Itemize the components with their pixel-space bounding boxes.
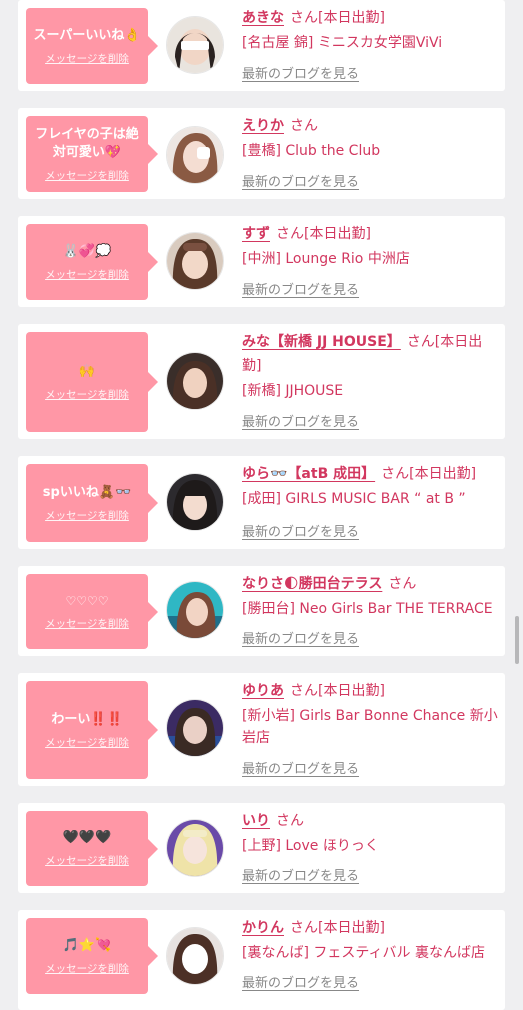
latest-blog-link[interactable]: 最新のブログを見る <box>242 758 359 777</box>
message-text: スーパーいいね👌 <box>33 27 141 43</box>
message-bubble: 🐰💞💭 メッセージを削除 <box>26 224 158 300</box>
message-text: わーい‼️‼️ <box>51 711 123 727</box>
cast-info: かりん さん[本日出勤] [裏なんば] フェスティバル 裏なんば店 <box>242 916 499 964</box>
shop-name: [中洲] Lounge Rio 中洲店 <box>242 251 410 267</box>
avatar[interactable] <box>167 127 223 183</box>
message-text: 🐰💞💭 <box>62 243 112 259</box>
cast-suffix: さん <box>290 118 318 134</box>
list-item: 🙌 メッセージを削除 みな【新橋 JJ HOUSE】 さん[本日出勤] [新橋] … <box>18 324 505 439</box>
delete-message-link[interactable]: メッセージを削除 <box>45 267 129 282</box>
cast-info: みな【新橋 JJ HOUSE】 さん[本日出勤] [新橋] JJHOUSE <box>242 330 499 402</box>
message-text: 🙌 <box>78 363 96 379</box>
message-bubble: 🙌 メッセージを削除 <box>26 332 158 432</box>
message-bubble: spいいね🧸👓 メッセージを削除 <box>26 464 158 542</box>
shop-name: [新橋] JJHOUSE <box>242 383 344 399</box>
list-item: わーい‼️‼️ メッセージを削除 ゆりあ さん[本日出勤] [新小岩] Girls… <box>18 673 505 786</box>
cast-name-link[interactable]: あきな <box>242 10 284 26</box>
delete-message-link[interactable]: メッセージを削除 <box>45 853 129 868</box>
list-item: フレイヤの子は絶対可愛い💖 メッセージを削除 えりか さん [豊橋] Club t… <box>18 108 505 199</box>
cast-suffix: さん[本日出勤] <box>290 683 385 699</box>
delete-message-link[interactable]: メッセージを削除 <box>45 168 129 183</box>
message-bubble: わーい‼️‼️ メッセージを削除 <box>26 681 158 779</box>
message-bubble: フレイヤの子は絶対可愛い💖 メッセージを削除 <box>26 116 158 192</box>
message-bubble: 🎵⭐💘 メッセージを削除 <box>26 918 158 994</box>
message-text: ♡♡♡♡ <box>65 594 109 608</box>
avatar[interactable] <box>167 700 223 756</box>
cast-suffix: さん[本日出勤] <box>276 226 371 242</box>
message-text: 🎵⭐💘 <box>62 937 112 953</box>
list-item: 🖤🖤🖤 メッセージを削除 いり さん [上野] Love ほりっく 最新のブログを… <box>18 803 505 893</box>
cast-info: ゆら👓【atB 成田】 さん[本日出勤] [成田] GIRLS MUSIC BAR… <box>242 462 499 510</box>
message-text: 🖤🖤🖤 <box>62 830 112 845</box>
delete-message-link[interactable]: メッセージを削除 <box>45 961 129 976</box>
shop-name: [上野] Love ほりっく <box>242 838 379 854</box>
avatar[interactable] <box>167 353 223 409</box>
latest-blog-link[interactable]: 最新のブログを見る <box>242 63 359 82</box>
shop-name: [名古屋 錦] ミニスカ女学園ViVi <box>242 35 443 51</box>
latest-blog-link[interactable]: 最新のブログを見る <box>242 521 359 540</box>
avatar[interactable] <box>167 474 223 530</box>
latest-blog-link[interactable]: 最新のブログを見る <box>242 628 359 647</box>
cast-name-link[interactable]: かりん <box>242 920 284 936</box>
cast-name-link[interactable]: ゆら👓【atB 成田】 <box>242 466 375 482</box>
cast-info: すず さん[本日出勤] [中洲] Lounge Rio 中洲店 <box>242 222 499 270</box>
cast-suffix: さん[本日出勤] <box>290 920 385 936</box>
latest-blog-link[interactable]: 最新のブログを見る <box>242 972 359 991</box>
cast-info: えりか さん [豊橋] Club the Club <box>242 114 499 162</box>
message-text: spいいね🧸👓 <box>42 484 132 500</box>
list-item: ♡♡♡♡ メッセージを削除 なりさ🌓勝田台テラス さん [勝田台] Neo Gir… <box>18 566 505 656</box>
list-item: 🐰💞💭 メッセージを削除 すず さん[本日出勤] [中洲] Lounge Rio … <box>18 216 505 307</box>
cast-info: なりさ🌓勝田台テラス さん [勝田台] Neo Girls Bar THE TER… <box>242 572 499 620</box>
list-item: spいいね🧸👓 メッセージを削除 ゆら👓【atB 成田】 さん[本日出勤] [成田… <box>18 456 505 549</box>
cast-info: いり さん [上野] Love ほりっく <box>242 809 499 857</box>
latest-blog-link[interactable]: 最新のブログを見る <box>242 865 359 884</box>
shop-name: [勝田台] Neo Girls Bar THE TERRACE <box>242 601 493 617</box>
cast-name-link[interactable]: みな【新橋 JJ HOUSE】 <box>242 334 401 350</box>
message-bubble: ♡♡♡♡ メッセージを削除 <box>26 574 158 649</box>
latest-blog-link[interactable]: 最新のブログを見る <box>242 411 359 430</box>
delete-message-link[interactable]: メッセージを削除 <box>45 387 129 402</box>
cast-suffix: さん[本日出勤] <box>290 10 385 26</box>
avatar[interactable] <box>167 582 223 638</box>
cast-name-link[interactable]: すず <box>242 226 270 242</box>
delete-message-link[interactable]: メッセージを削除 <box>45 735 129 750</box>
cast-info: あきな さん[本日出勤] [名古屋 錦] ミニスカ女学園ViVi <box>242 6 499 54</box>
cast-suffix: さん <box>388 576 417 592</box>
cast-info: ゆりあ さん[本日出勤] [新小岩] Girls Bar Bonne Chance… <box>242 679 499 749</box>
cast-suffix: さん <box>276 813 304 829</box>
delete-message-link[interactable]: メッセージを削除 <box>45 616 129 631</box>
delete-message-link[interactable]: メッセージを削除 <box>45 51 129 66</box>
cast-suffix: さん[本日出勤] <box>381 466 477 482</box>
avatar[interactable] <box>167 17 223 73</box>
shop-name: [成田] GIRLS MUSIC BAR “ at B ” <box>242 491 466 507</box>
delete-message-link[interactable]: メッセージを削除 <box>45 508 129 523</box>
cast-name-link[interactable]: ゆりあ <box>242 683 284 699</box>
message-bubble: 🖤🖤🖤 メッセージを削除 <box>26 811 158 886</box>
scrollbar-thumb[interactable] <box>515 616 519 664</box>
avatar[interactable] <box>167 928 223 984</box>
shop-name: [豊橋] Club the Club <box>242 143 381 159</box>
cast-name-link[interactable]: いり <box>242 813 270 829</box>
cast-name-link[interactable]: なりさ🌓勝田台テラス <box>242 576 382 592</box>
shop-name: [裏なんば] フェスティバル 裏なんば店 <box>242 945 485 961</box>
message-text: フレイヤの子は絶対可愛い💖 <box>35 126 139 160</box>
latest-blog-link[interactable]: 最新のブログを見る <box>242 171 359 190</box>
avatar[interactable] <box>167 233 223 289</box>
list-item: 🎵⭐💘 メッセージを削除 かりん さん[本日出勤] [裏なんば] フェスティバル … <box>18 910 505 1010</box>
shop-name: [新小岩] Girls Bar Bonne Chance 新小岩店 <box>242 708 498 746</box>
message-bubble: スーパーいいね👌 メッセージを削除 <box>26 8 158 84</box>
cast-name-link[interactable]: えりか <box>242 118 284 134</box>
avatar[interactable] <box>167 820 223 876</box>
list-item: スーパーいいね👌 メッセージを削除 あきな さん[本日出勤] [名古屋 錦] ミニ… <box>18 0 505 91</box>
latest-blog-link[interactable]: 最新のブログを見る <box>242 279 359 298</box>
